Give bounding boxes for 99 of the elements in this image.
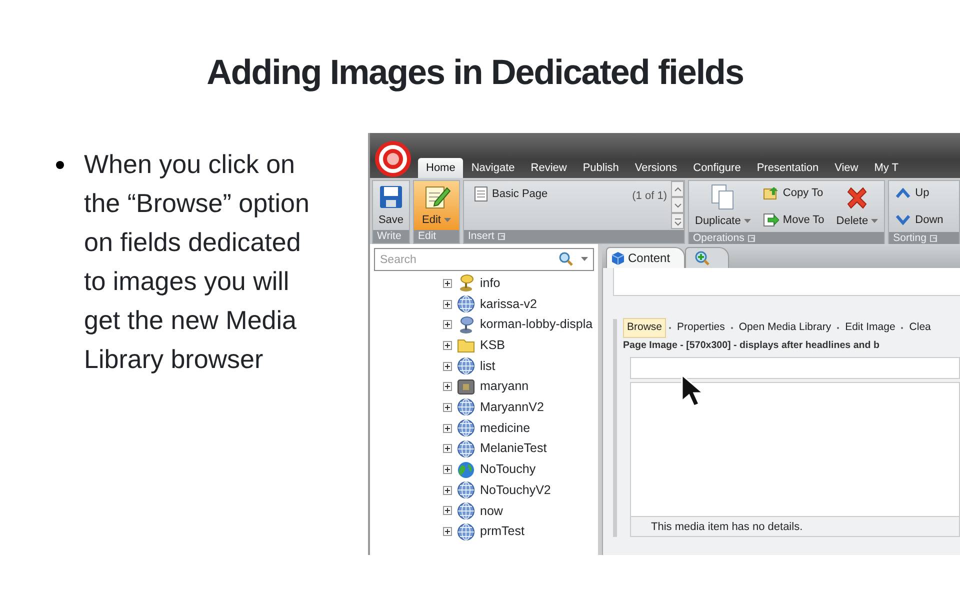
caret-icon bbox=[871, 218, 878, 223]
slide-title: Adding Images in Dedicated fields bbox=[206, 52, 744, 94]
save-button[interactable]: Save bbox=[373, 181, 409, 230]
expand-icon bbox=[443, 465, 452, 474]
tree-item[interactable]: NoTouchy bbox=[480, 460, 536, 479]
expand-icon bbox=[443, 506, 452, 516]
tree-item[interactable]: NoTouchyV2 bbox=[480, 480, 551, 500]
expand-icon bbox=[443, 278, 452, 288]
group-label: Write bbox=[377, 230, 402, 243]
tree-item[interactable]: KSB bbox=[480, 336, 506, 355]
expand-icon bbox=[748, 235, 756, 242]
scroll-up-icon bbox=[672, 184, 682, 194]
move-down-button[interactable]: Down bbox=[893, 210, 946, 229]
ribbon-tab[interactable]: Review bbox=[522, 158, 575, 178]
field-action-link[interactable]: Edit Image bbox=[842, 319, 898, 337]
tree-item[interactable]: list bbox=[480, 356, 496, 376]
editor-tab[interactable]: Content bbox=[606, 247, 686, 268]
document-icon bbox=[474, 186, 488, 202]
bullet-icon bbox=[56, 161, 64, 169]
tree-item[interactable]: karissa-v2 bbox=[480, 294, 537, 314]
globe-icon bbox=[457, 481, 475, 500]
expand-icon bbox=[443, 486, 452, 495]
ribbon-tab[interactable]: Versions bbox=[626, 158, 686, 178]
safe-icon bbox=[457, 378, 475, 396]
field-action-link[interactable]: Browse bbox=[623, 318, 666, 338]
caret-icon bbox=[744, 218, 751, 223]
move-up-button[interactable]: Up bbox=[893, 184, 946, 202]
globe-icon bbox=[457, 502, 475, 520]
tree-item[interactable]: maryann bbox=[480, 377, 529, 396]
copy-button[interactable]: Copy To bbox=[760, 184, 826, 202]
globe-icon bbox=[457, 522, 475, 541]
earth-icon bbox=[457, 460, 475, 479]
tree-item[interactable]: now bbox=[480, 502, 503, 520]
expand-icon bbox=[443, 382, 452, 392]
bullet-text: When you click on the “Browse” option on fields dedicated to images you will get the new Media Library browser bbox=[84, 148, 310, 376]
move-button[interactable]: Move To bbox=[760, 210, 826, 229]
ribbon-tab[interactable]: Publish bbox=[574, 158, 627, 178]
group-label: Insert bbox=[468, 230, 494, 243]
edit-button[interactable]: Edit bbox=[414, 181, 459, 230]
globe-icon bbox=[457, 357, 475, 376]
expand-icon bbox=[930, 235, 938, 242]
tree-item[interactable]: medicine bbox=[480, 418, 530, 438]
group-label: Operations bbox=[693, 232, 744, 245]
caret-icon bbox=[581, 257, 588, 261]
text-field[interactable] bbox=[613, 268, 960, 296]
pin-icon bbox=[457, 274, 475, 292]
editor-tab[interactable] bbox=[685, 247, 730, 268]
media-details-text: This media item has no details. bbox=[630, 516, 960, 537]
tree-item[interactable]: info bbox=[480, 274, 500, 293]
ribbon-tab[interactable]: View bbox=[826, 158, 866, 178]
zoom-in-icon bbox=[694, 250, 710, 266]
expand-icon bbox=[672, 216, 682, 226]
caret-icon bbox=[444, 218, 452, 222]
ribbon-tab[interactable]: My T bbox=[866, 158, 906, 178]
field-action-link[interactable]: Clea bbox=[906, 319, 934, 337]
field-action-link[interactable]: Open Media Library bbox=[736, 319, 834, 337]
ribbon-tab[interactable]: Presentation bbox=[748, 158, 827, 178]
duplicate-button[interactable]: Duplicate bbox=[689, 181, 757, 232]
scroll-up-button[interactable] bbox=[671, 181, 684, 197]
expand-icon bbox=[443, 527, 452, 536]
delete-button[interactable]: Delete bbox=[830, 181, 884, 232]
field-label: Page Image - [570x300] - displays after headlines and b bbox=[623, 339, 880, 353]
globe-icon bbox=[457, 398, 475, 416]
expand-icon bbox=[443, 444, 452, 454]
copy-icon bbox=[762, 185, 779, 202]
gallery-item[interactable]: Basic Page bbox=[472, 185, 550, 204]
ribbon-tab[interactable]: Navigate bbox=[463, 158, 523, 178]
scroll-down-icon bbox=[672, 200, 682, 210]
pin-icon bbox=[457, 316, 475, 334]
tree-item[interactable]: prmTest bbox=[480, 522, 524, 541]
scroll-down-button[interactable] bbox=[671, 197, 684, 213]
move-icon bbox=[762, 212, 779, 228]
save-icon bbox=[378, 184, 404, 210]
page-count: (1 of 1) bbox=[632, 189, 667, 204]
tree-item[interactable]: korman-lobby-displa bbox=[480, 315, 593, 334]
ribbon-tab[interactable]: Configure bbox=[685, 158, 749, 178]
expand-icon bbox=[443, 402, 452, 412]
expand-icon bbox=[443, 424, 452, 433]
globe-icon bbox=[457, 295, 475, 314]
expand-icon bbox=[443, 340, 452, 350]
image-path-field[interactable] bbox=[630, 356, 960, 379]
search-field[interactable]: Search bbox=[374, 248, 594, 271]
tree-item[interactable]: MelanieTest bbox=[480, 439, 547, 458]
search-icon bbox=[559, 252, 573, 266]
globe-icon bbox=[457, 419, 475, 438]
logo-icon bbox=[374, 140, 412, 178]
group-label: Sorting bbox=[893, 232, 926, 245]
ribbon-tab[interactable]: Home bbox=[418, 158, 464, 178]
expand-icon bbox=[443, 362, 452, 371]
cube-icon bbox=[611, 251, 625, 265]
expand-icon bbox=[498, 233, 506, 240]
group-label: Edit bbox=[418, 230, 436, 243]
field-action-link[interactable]: Properties bbox=[674, 319, 728, 337]
expand-icon bbox=[443, 320, 452, 330]
globe-icon bbox=[457, 440, 475, 458]
more-button[interactable] bbox=[671, 213, 684, 229]
expand-icon bbox=[443, 300, 452, 309]
tree-item[interactable]: MaryannV2 bbox=[480, 398, 544, 417]
pages-icon bbox=[710, 182, 736, 210]
